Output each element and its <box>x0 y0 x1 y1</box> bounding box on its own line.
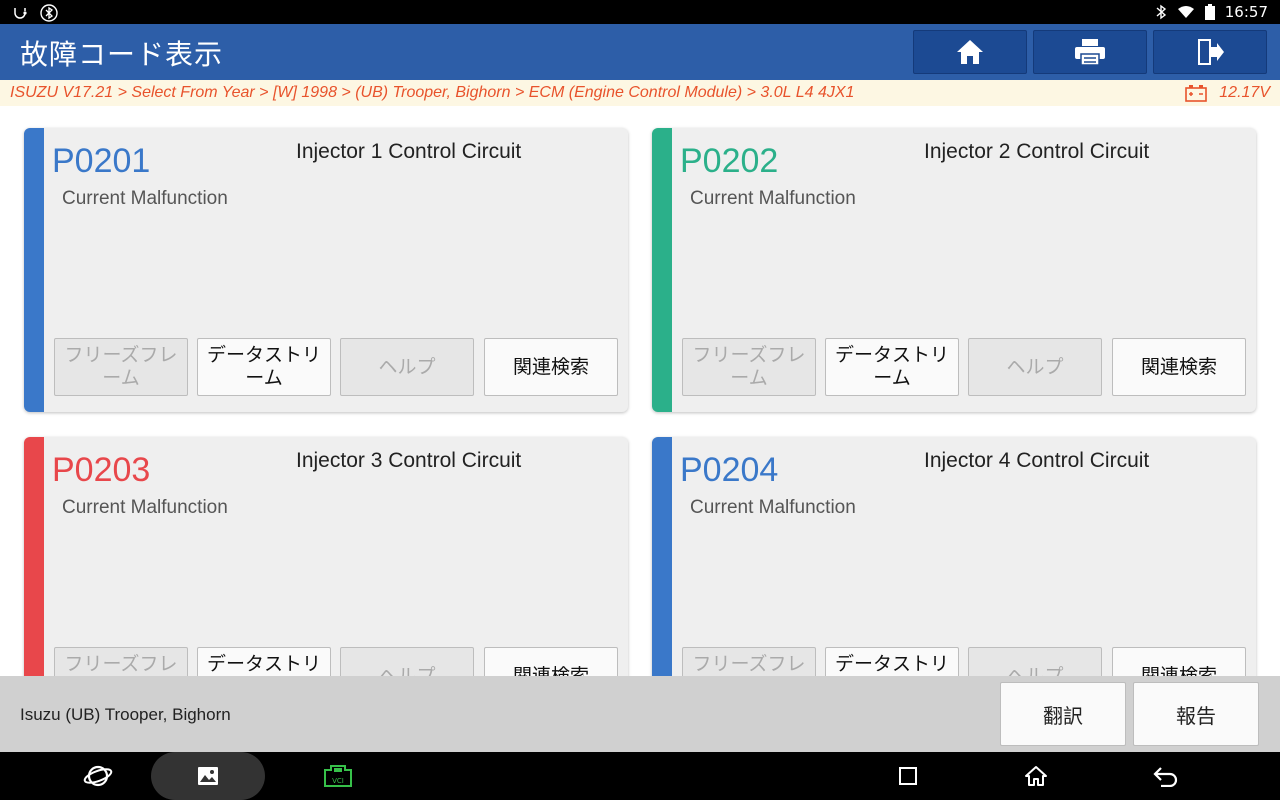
related-search-button[interactable]: 関連検索 <box>484 338 618 396</box>
home-icon <box>957 40 983 64</box>
planet-icon <box>83 765 113 787</box>
print-button[interactable] <box>1033 30 1147 74</box>
dtc-status: Current Malfunction <box>690 188 856 209</box>
printer-icon <box>1075 39 1105 66</box>
related-search-button[interactable]: 関連検索 <box>1112 338 1246 396</box>
dtc-card: P0204 Injector 4 Control Circuit Current… <box>652 437 1256 676</box>
title-bar: 故障コード表示 <box>0 24 1280 80</box>
freeze-frame-button[interactable]: フリーズフレーム <box>682 338 816 396</box>
home-outline-icon <box>1025 766 1047 786</box>
page-title: 故障コード表示 <box>20 38 224 71</box>
voltage-value: 12.17V <box>1219 84 1270 101</box>
home-button[interactable] <box>913 30 1027 74</box>
battery-icon <box>1204 4 1215 20</box>
recent-apps-button[interactable] <box>886 752 930 800</box>
dtc-status: Current Malfunction <box>62 497 228 518</box>
freeze-frame-button[interactable]: フリーズフレーム <box>54 647 188 676</box>
freeze-frame-button[interactable]: フリーズフレーム <box>54 338 188 396</box>
exit-button[interactable] <box>1153 30 1267 74</box>
dtc-description: Injector 4 Control Circuit <box>924 449 1150 472</box>
navigation-bar: VCI <box>0 752 1280 800</box>
home-nav-button[interactable] <box>1014 752 1058 800</box>
data-stream-button[interactable]: データストリーム <box>197 647 331 676</box>
dtc-status: Current Malfunction <box>62 188 228 209</box>
dtc-code: P0204 <box>680 451 779 489</box>
image-icon <box>198 767 218 785</box>
dtc-description: Injector 3 Control Circuit <box>296 449 522 472</box>
dtc-list[interactable]: P0201 Injector 1 Control Circuit Current… <box>0 106 1280 676</box>
vehicle-info: Isuzu (UB) Trooper, Bighorn <box>20 705 231 724</box>
dtc-description: Injector 1 Control Circuit <box>296 140 522 163</box>
vci-connector-icon: VCI <box>324 765 352 787</box>
bluetooth-circle-icon <box>40 4 58 22</box>
square-icon <box>899 767 917 785</box>
help-button[interactable]: ヘルプ <box>968 647 1102 676</box>
dtc-accent-bar <box>652 128 672 412</box>
data-stream-button[interactable]: データストリーム <box>197 338 331 396</box>
vci-label: VCI <box>332 777 344 785</box>
car-battery-icon <box>1185 85 1208 102</box>
dtc-accent-bar <box>24 437 44 676</box>
back-button[interactable] <box>1144 752 1188 800</box>
status-bar: 16:57 <box>0 0 1280 24</box>
help-button[interactable]: ヘルプ <box>968 338 1102 396</box>
dtc-code: P0202 <box>680 142 779 180</box>
data-stream-button[interactable]: データストリーム <box>825 338 959 396</box>
dtc-accent-bar <box>652 437 672 676</box>
dtc-card: P0202 Injector 2 Control Circuit Current… <box>652 128 1256 412</box>
breadcrumb-bar: ISUZU V17.21 > Select From Year > [W] 19… <box>0 80 1280 106</box>
data-stream-button[interactable]: データストリーム <box>825 647 959 676</box>
wifi-icon <box>1177 5 1195 19</box>
help-button[interactable]: ヘルプ <box>340 647 474 676</box>
related-search-button[interactable]: 関連検索 <box>1112 647 1246 676</box>
dtc-code: P0201 <box>52 142 151 180</box>
usb-debug-icon <box>12 5 28 21</box>
related-search-button[interactable]: 関連検索 <box>484 647 618 676</box>
back-arrow-icon <box>1153 767 1178 787</box>
freeze-frame-button[interactable]: フリーズフレーム <box>682 647 816 676</box>
browser-button[interactable] <box>76 752 120 800</box>
dtc-card: P0203 Injector 3 Control Circuit Current… <box>24 437 628 676</box>
voltage-indicator: 12.17V <box>1185 84 1270 102</box>
dtc-card: P0201 Injector 1 Control Circuit Current… <box>24 128 628 412</box>
footer: Isuzu (UB) Trooper, Bighorn 翻訳 報告 <box>0 676 1280 752</box>
breadcrumb: ISUZU V17.21 > Select From Year > [W] 19… <box>10 84 855 101</box>
bluetooth-icon <box>1155 4 1167 20</box>
dtc-status: Current Malfunction <box>690 497 856 518</box>
exit-icon <box>1198 39 1224 65</box>
dtc-code: P0203 <box>52 451 151 489</box>
report-button[interactable]: 報告 <box>1133 682 1259 746</box>
help-button[interactable]: ヘルプ <box>340 338 474 396</box>
dtc-description: Injector 2 Control Circuit <box>924 140 1150 163</box>
clock: 16:57 <box>1224 3 1268 21</box>
dtc-accent-bar <box>24 128 44 412</box>
gallery-button[interactable] <box>186 752 230 800</box>
vci-button[interactable]: VCI <box>316 752 360 800</box>
translate-button[interactable]: 翻訳 <box>1000 682 1126 746</box>
